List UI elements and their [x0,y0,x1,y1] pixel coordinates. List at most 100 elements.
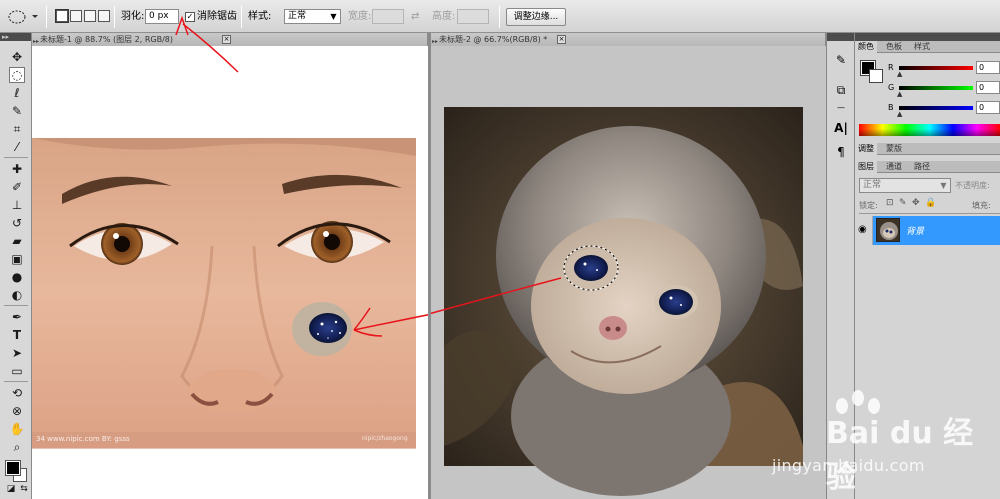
hand-tool-icon[interactable]: ✋ [9,421,25,437]
refine-edge-button[interactable]: 调整边缘... [506,8,566,26]
slider-knob-icon[interactable]: ▲ [897,110,902,118]
red-value[interactable]: 0 [976,61,1000,74]
brush-presets-icon[interactable]: ✎ [832,51,850,69]
feather-label: 羽化: [121,11,145,22]
marquee-tool-preset[interactable] [6,8,40,24]
width-label: 宽度: [348,11,372,22]
swap-icon[interactable]: ⇄ [411,9,419,25]
eraser-tool-icon[interactable]: ▰ [9,233,25,249]
strip-grip[interactable] [827,33,854,41]
blue-slider[interactable]: B ▲ 0 [855,101,1000,121]
red-label: R [888,63,894,72]
history-brush-tool-icon[interactable]: ↺ [9,215,25,231]
lock-position-icon[interactable]: ✥ [912,198,920,208]
healing-brush-tool-icon[interactable]: ✚ [9,161,25,177]
crop-tool-icon[interactable]: ⌗ [9,121,25,137]
intersect-selection-button[interactable] [98,10,110,22]
lock-pixels-icon[interactable]: ✎ [899,198,907,208]
blur-tool-icon[interactable]: ● [9,269,25,285]
style-label: 样式: [248,11,272,22]
chevron-down-icon: ▼ [940,181,947,190]
blend-mode-select[interactable]: 正常 ▼ [859,178,951,193]
document-2-title: 未标题-2 @ 66.7%(RGB/8) * [439,35,548,44]
foreground-color-swatch[interactable] [6,461,20,475]
document-1-canvas[interactable]: 34 www.nipic.com BY: gsss nipic/zhaogong [32,46,428,499]
clone-stamp-tool-icon[interactable]: ⊥ [9,197,25,213]
separator [114,6,115,28]
marquee-tool-icon[interactable]: ◌ [9,67,25,83]
zoom-tool-icon[interactable]: ⌕ [9,439,25,455]
new-selection-button[interactable] [56,10,68,22]
add-selection-button[interactable] [70,10,82,22]
layer-panel-tabs: 图层 通道 路径 [855,161,1000,173]
layer-item-background[interactable]: 背景 [873,216,1000,245]
tab-color[interactable]: 颜色 [855,41,877,53]
color-ramp[interactable] [859,124,1000,136]
separator [4,157,28,158]
separator [859,213,1000,214]
document-2-canvas[interactable] [431,46,826,499]
dodge-tool-icon[interactable]: ◐ [9,287,25,303]
3d-rotate-tool-icon[interactable]: ⟲ [9,385,25,401]
blue-value[interactable]: 0 [976,101,1000,114]
close-icon[interactable]: × [557,35,566,44]
width-input[interactable] [372,9,404,24]
options-bar: 羽化: 0 px ✓ 消除锯齿 样式: 正常 ▼ 宽度: ⇄ 高度: 调整边缘.… [0,0,1000,33]
green-slider[interactable]: G ▲ 0 [855,81,1000,101]
subtract-selection-button[interactable] [84,10,96,22]
type-tool-icon[interactable]: T [9,327,25,343]
move-tool-icon[interactable]: ✥ [9,49,25,65]
tab-channels[interactable]: 通道 [883,161,905,173]
document-1-title: 未标题-1 @ 88.7% (图层 2, RGB/8) [40,35,174,44]
height-input[interactable] [457,9,489,24]
lock-transparency-icon[interactable]: ⊡ [886,198,894,208]
monkey-photo [431,46,826,499]
tab-styles[interactable]: 样式 [911,41,933,53]
toolbox-grip[interactable]: ▸▸ [0,33,31,41]
slider-knob-icon[interactable]: ▲ [897,70,902,78]
gradient-tool-icon[interactable]: ▣ [9,251,25,267]
quick-select-tool-icon[interactable]: ✎ [9,103,25,119]
brush-tool-icon[interactable]: ✐ [9,179,25,195]
green-track[interactable] [899,86,973,90]
elliptical-marquee-icon [8,10,38,24]
tab-document-2[interactable]: ▸▸ 未标题-2 @ 66.7%(RGB/8) * × [431,33,826,46]
3d-orbit-tool-icon[interactable]: ⊗ [9,403,25,419]
tab-masks[interactable]: 蒙版 [883,143,905,155]
separator [4,305,28,306]
green-label: G [888,83,895,92]
close-icon[interactable]: × [222,35,231,44]
lasso-tool-icon[interactable]: ℓ [9,85,25,101]
eyedropper-tool-icon[interactable]: ⁄ [9,139,25,155]
red-slider[interactable]: R ▲ 0 [855,61,1000,81]
path-select-tool-icon[interactable]: ➤ [9,345,25,361]
feather-input[interactable]: 0 px [145,9,179,24]
lock-all-icon[interactable]: 🔒 [925,198,936,208]
blue-track[interactable] [899,106,973,110]
eye-icon[interactable]: ◉ [858,224,867,235]
antialias-checkbox[interactable]: ✓ [185,12,195,22]
tab-layers[interactable]: 图层 [855,161,877,173]
photo-credit-right: nipic/zhaogong [362,435,408,442]
woman-face-photo [32,46,428,499]
lock-label: 锁定: [859,201,878,210]
tab-paths[interactable]: 路径 [911,161,933,173]
photo-credit: 34 www.nipic.com BY: gsss [36,435,130,443]
paragraph-panel-icon[interactable]: ¶ [832,143,850,161]
swap-colors-icon[interactable]: ⇆ [16,481,32,497]
green-value[interactable]: 0 [976,81,1000,94]
style-select[interactable]: 正常 ▼ [284,9,341,24]
panels-grip[interactable] [855,33,1000,41]
style-value: 正常 [288,11,307,21]
red-track[interactable] [899,66,973,70]
character-panel-icon[interactable]: A| [832,119,850,137]
right-panels: 颜色 色板 样式 R ▲ 0 G ▲ 0 B ▲ 0 调整 蒙版 图层 通道 路… [855,33,1000,499]
tab-adjustments[interactable]: 调整 [855,143,877,155]
tab-swatches[interactable]: 色板 [883,41,905,53]
tab-document-1[interactable]: ▸▸ 未标题-1 @ 88.7% (图层 2, RGB/8) × [32,33,428,46]
clone-source-icon[interactable]: ⧉ [832,81,850,99]
shape-tool-icon[interactable]: ▭ [9,363,25,379]
slider-knob-icon[interactable]: ▲ [897,90,902,98]
layer-visibility[interactable]: ◉ [855,216,873,245]
pen-tool-icon[interactable]: ✒ [9,309,25,325]
